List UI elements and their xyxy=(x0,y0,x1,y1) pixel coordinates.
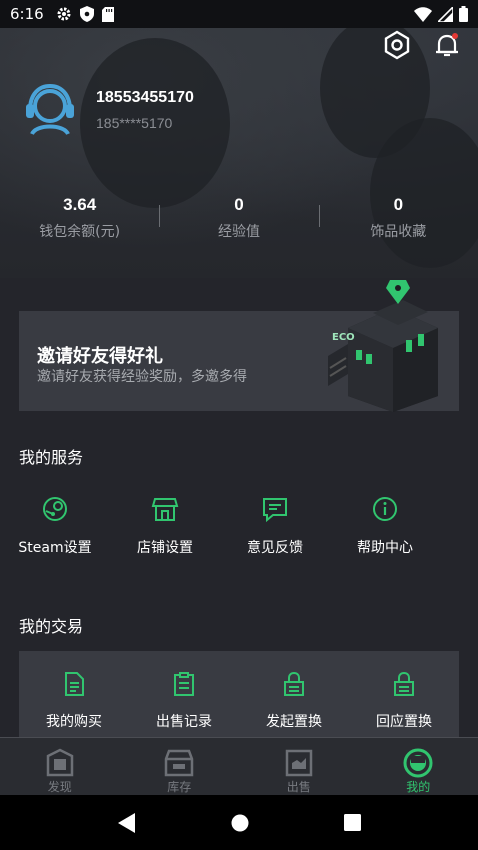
steam-icon xyxy=(41,495,69,523)
inventory-icon xyxy=(164,748,194,778)
banner-subtitle: 邀请好友获得经验奖励，多邀多得 xyxy=(37,369,247,385)
tab-sell[interactable]: 出售 xyxy=(239,738,359,795)
stat-wallet-balance[interactable]: 3.64 钱包余额(元) xyxy=(0,195,159,241)
tab-discover[interactable]: 发现 xyxy=(0,738,120,795)
store-icon xyxy=(151,495,179,523)
signal-icon xyxy=(438,6,453,22)
back-icon[interactable] xyxy=(117,812,136,833)
banner-title: 邀请好友得好礼 xyxy=(37,346,163,367)
lock-icon xyxy=(391,671,417,697)
trade-respond-exchange[interactable]: 回应置换 xyxy=(349,651,459,751)
stat-favorites[interactable]: 0 饰品收藏 xyxy=(318,195,478,241)
stat-value: 0 xyxy=(234,195,244,214)
wifi-icon xyxy=(414,6,432,22)
trade-label: 发起置换 xyxy=(266,714,322,730)
trades-section-title: 我的交易 xyxy=(19,617,84,636)
services-section-title: 我的服务 xyxy=(19,448,84,467)
tab-label: 库存 xyxy=(167,780,192,794)
service-steam-settings[interactable]: Steam设置 xyxy=(0,495,110,557)
service-feedback[interactable]: 意见反馈 xyxy=(220,495,330,557)
trade-my-purchases[interactable]: 我的购买 xyxy=(19,651,129,751)
tab-label: 发现 xyxy=(47,780,72,794)
lock-icon xyxy=(281,671,307,697)
trade-initiate-exchange[interactable]: 发起置换 xyxy=(239,651,349,751)
stat-experience[interactable]: 0 经验值 xyxy=(159,195,318,241)
feedback-icon xyxy=(261,495,289,523)
services-list: Steam设置 店铺设置 意见反馈 帮助中心 xyxy=(0,495,478,557)
user-masked-phone: 185****5170 xyxy=(96,115,173,131)
battery-icon xyxy=(459,6,468,22)
avatar[interactable] xyxy=(20,80,80,140)
user-phone: 18553455170 xyxy=(96,89,194,106)
trade-label: 出售记录 xyxy=(156,714,212,730)
banner-building-illustration: ECO xyxy=(328,280,438,412)
status-bar: 6:16 xyxy=(0,0,478,28)
service-store-settings[interactable]: 店铺设置 xyxy=(110,495,220,557)
header-actions xyxy=(382,30,462,60)
sell-icon xyxy=(284,748,314,778)
status-time: 6:16 xyxy=(10,5,44,23)
sdcard-status-icon xyxy=(101,6,114,22)
document-icon xyxy=(61,671,87,697)
profile-icon xyxy=(403,748,433,778)
settings-status-icon xyxy=(57,7,71,21)
bottom-tab-bar: 发现 库存 出售 我的 xyxy=(0,737,478,795)
user-profile[interactable]: 18553455170 185****5170 xyxy=(20,80,194,140)
trade-label: 我的购买 xyxy=(46,714,102,730)
service-label: Steam设置 xyxy=(18,540,92,556)
banner-art-text: ECO xyxy=(332,332,355,343)
tab-label: 我的 xyxy=(406,780,431,794)
tab-label: 出售 xyxy=(286,780,311,794)
stat-value: 0 xyxy=(393,195,404,214)
settings-icon[interactable] xyxy=(382,30,412,60)
stat-label: 钱包余额(元) xyxy=(39,224,121,240)
notification-bell-icon[interactable] xyxy=(432,30,462,60)
trades-list: 我的购买 出售记录 发起置换 回应置换 xyxy=(19,651,459,751)
home-icon[interactable] xyxy=(231,814,249,832)
account-stats: 3.64 钱包余额(元) 0 经验值 0 饰品收藏 xyxy=(0,195,478,241)
tab-mine[interactable]: 我的 xyxy=(359,738,478,795)
stat-label: 经验值 xyxy=(217,224,260,240)
stat-value: 3.64 xyxy=(63,195,97,214)
service-label: 店铺设置 xyxy=(137,540,193,556)
info-icon xyxy=(371,495,399,523)
trade-label: 回应置换 xyxy=(376,714,432,730)
clipboard-icon xyxy=(171,671,197,697)
service-label: 帮助中心 xyxy=(357,540,413,556)
trade-sales-records[interactable]: 出售记录 xyxy=(129,651,239,751)
system-navigation-bar xyxy=(0,795,478,850)
shield-status-icon xyxy=(79,6,94,22)
discover-icon xyxy=(45,748,75,778)
tab-inventory[interactable]: 库存 xyxy=(120,738,240,795)
stat-label: 饰品收藏 xyxy=(370,224,427,240)
recents-icon[interactable] xyxy=(343,814,361,831)
service-help-center[interactable]: 帮助中心 xyxy=(330,495,440,557)
service-label: 意见反馈 xyxy=(247,540,303,556)
